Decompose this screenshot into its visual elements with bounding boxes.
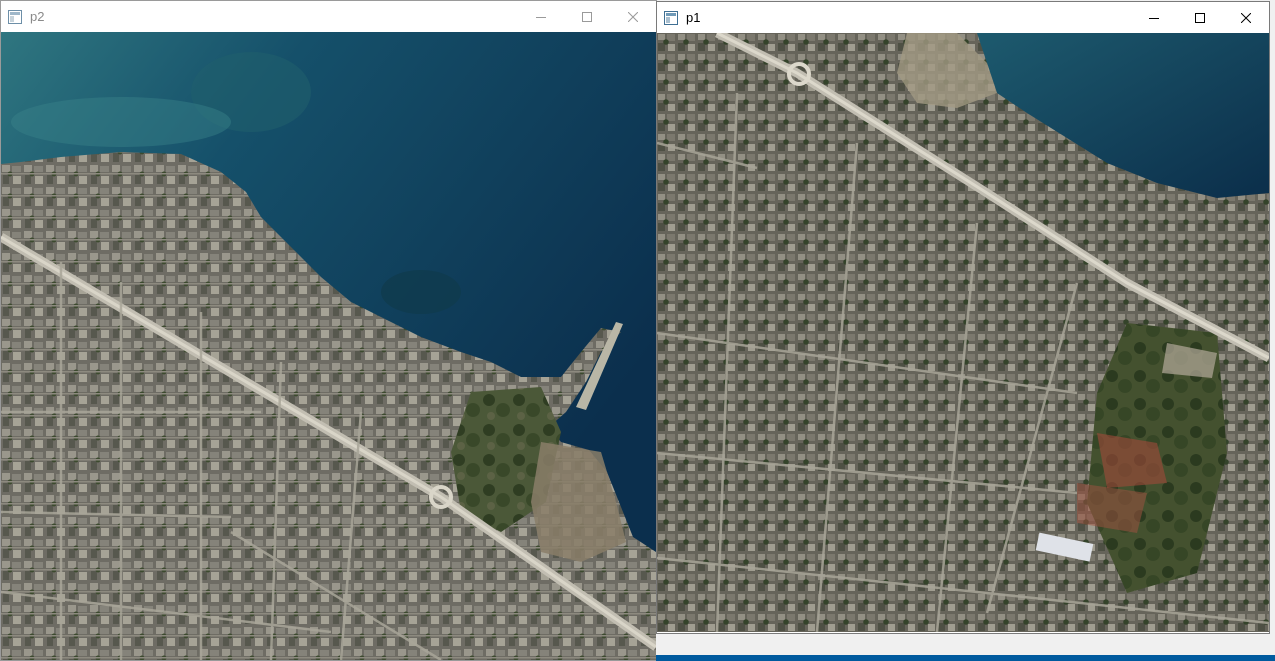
- aerial-image: [657, 33, 1269, 632]
- minimize-button[interactable]: [518, 1, 564, 32]
- image-window-p1[interactable]: p1: [656, 1, 1270, 634]
- image-window-p2[interactable]: p2: [0, 0, 657, 661]
- minimize-icon: [1149, 17, 1159, 19]
- close-button[interactable]: [610, 1, 656, 32]
- close-button[interactable]: [1223, 2, 1269, 33]
- maximize-button[interactable]: [564, 1, 610, 32]
- window-title: p1: [686, 10, 701, 25]
- aerial-image: [1, 32, 656, 660]
- desktop-edge: [1270, 0, 1275, 634]
- aerial-image-canvas[interactable]: [1, 32, 656, 660]
- taskbar-area: [656, 634, 1275, 661]
- title-bar[interactable]: p2: [1, 1, 656, 32]
- title-bar[interactable]: p1: [657, 2, 1269, 33]
- maximize-button[interactable]: [1177, 2, 1223, 33]
- maximize-icon: [1195, 12, 1205, 23]
- maximize-icon: [582, 11, 592, 22]
- app-window-icon: [664, 10, 678, 25]
- close-icon: [1241, 12, 1251, 23]
- minimize-button[interactable]: [1131, 2, 1177, 33]
- app-window-icon: [8, 9, 22, 24]
- taskbar[interactable]: [656, 655, 1275, 661]
- minimize-icon: [536, 16, 546, 18]
- close-icon: [628, 11, 638, 22]
- window-title: p2: [30, 9, 45, 24]
- aerial-image-canvas[interactable]: [657, 33, 1269, 632]
